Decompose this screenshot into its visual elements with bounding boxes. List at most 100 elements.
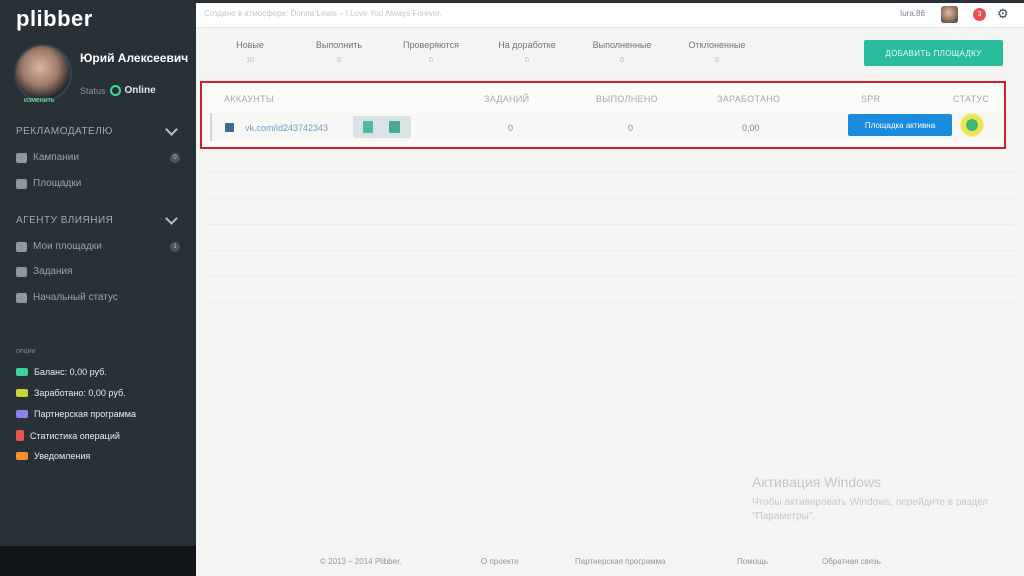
options-title: опции [16,348,36,355]
tab-execute[interactable]: Выполнить 0 [304,40,374,64]
tab-count: 10 [246,57,254,64]
footer-link-partner[interactable]: Партнерская программа [575,557,666,566]
check-icon [966,119,978,131]
count-badge: 1 [170,241,180,252]
option-earned[interactable]: Заработано: 0,00 руб. [16,388,126,398]
footer-link-about[interactable]: О проекте [481,557,519,566]
option-statistics[interactable]: Статистика операций [16,430,120,441]
trash-icon[interactable] [363,121,373,133]
sidebar-item-platforms[interactable]: Площадки [16,178,180,189]
option-label: Заработано: 0,00 руб. [34,388,126,398]
option-label: Баланс: 0,00 руб. [34,367,107,377]
status-toggle[interactable] [960,113,984,137]
sidebar-item-campaigns[interactable]: Кампании 0 [16,152,180,163]
option-balance[interactable]: Баланс: 0,00 руб. [16,367,107,377]
mail-icon [16,452,28,460]
document-icon [16,266,27,277]
section-agent[interactable]: АГЕНТУ ВЛИЯНИЯ [16,212,180,226]
cell-earned: 0,00 [742,123,760,133]
footer: © 2013 – 2014 Plibber. О проекте Партнер… [196,548,1024,576]
online-icon [109,85,121,96]
gear-icon[interactable]: ⚙ [997,7,1009,21]
faint-divider [205,224,1015,225]
tab-count: 0 [337,57,341,64]
header-username[interactable]: Iura.86 [900,9,925,18]
chevron-down-icon [165,123,178,136]
section-agent-title: АГЕНТУ ВЛИЯНИЯ [16,215,114,226]
column-header-earned: ЗАРАБОТАНО [717,94,781,104]
tab-checking[interactable]: Проверяются 0 [394,40,468,64]
money-icon [16,389,28,397]
tab-label: Проверяются [403,40,459,50]
footer-copyright: © 2013 – 2014 Plibber. [320,557,402,566]
chevron-down-icon [165,212,178,225]
profile-name: Юрий Алексеевич [80,51,189,65]
option-label: Партнерская программа [34,409,136,419]
task-tabs: Новые 10 Выполнить 0 Проверяются 0 На до… [204,36,864,74]
avatar[interactable] [14,44,72,102]
tab-count: 0 [715,57,719,64]
tab-new[interactable]: Новые 10 [218,40,282,64]
account-link[interactable]: vk.com/id243742343 [245,123,328,133]
windows-activation-watermark: Активация Windows Чтобы активировать Win… [752,474,992,524]
column-header-spr: SPR [861,94,881,104]
tab-label: Отклоненные [688,40,746,50]
watermark-text: Чтобы активировать Windows, перейдите в … [752,497,989,522]
change-avatar-link[interactable]: изменить [24,97,54,104]
faint-divider [205,172,1015,173]
edit-icon[interactable] [389,121,400,133]
footer-link-feedback[interactable]: Обратная связь [822,557,881,566]
column-header-done: ВЫПОЛНЕНО [596,94,658,104]
handshake-icon [16,410,28,418]
sidebar-item-label: Площадки [33,178,82,189]
row-actions [353,116,411,138]
status-value: Online [124,85,156,96]
sidebar-item-tasks[interactable]: Задания [16,266,180,277]
user-icon [16,292,27,303]
megaphone-icon [16,152,27,163]
tab-count: 0 [620,57,624,64]
column-header-tasks: ЗАДАНИЙ [484,94,530,104]
footer-link-help[interactable]: Помощь [737,557,768,566]
tab-completed[interactable]: Выполненные 0 [584,40,660,64]
sidebar: plibber изменить Юрий Алексеевич Status … [0,0,196,576]
option-notifications[interactable]: Уведомления [16,451,90,461]
status-label: Status [80,85,106,96]
option-partner-program[interactable]: Партнерская программа [16,409,136,419]
platforms-table: АККАУНТЫ ЗАДАНИЙ ВЫПОЛНЕНО ЗАРАБОТАНО SP… [200,81,1006,149]
add-platform-button[interactable]: ДОБАВИТЬ ПЛОЩАДКУ [864,40,1003,66]
header-avatar[interactable] [941,6,958,23]
option-label: Статистика операций [30,430,120,441]
sidebar-bottom-band [0,546,196,576]
cell-done: 0 [628,123,634,133]
tab-label: На доработке [498,40,556,50]
faint-divider [205,276,1015,277]
section-advertiser[interactable]: РЕКЛАМОДАТЕЛЮ [16,123,180,137]
faint-divider [205,198,1015,199]
count-badge: 0 [170,152,180,163]
notifications-badge[interactable]: 3 [973,8,986,21]
watermark-title: Активация Windows [752,474,882,490]
platform-active-button[interactable]: Площадка активна [848,114,952,136]
tab-count: 0 [429,57,433,64]
flask-icon [16,430,24,441]
section-advertiser-title: РЕКЛАМОДАТЕЛЮ [16,126,113,137]
faint-divider [205,250,1015,251]
option-label: Уведомления [34,451,91,461]
now-playing-text: Создано в атмосфере: Donna Lewis – I Lov… [204,9,442,18]
sidebar-item-initial-status[interactable]: Начальный статус [16,292,180,303]
sidebar-item-label: Начальный статус [33,292,118,303]
profile-status: Status Online [80,85,156,96]
sidebar-item-label: Мои площадки [33,241,102,252]
app-logo[interactable]: plibber [16,6,93,32]
sidebar-item-my-platforms[interactable]: Мои площадки 1 [16,241,180,252]
vk-icon [225,123,234,132]
tab-rework[interactable]: На доработке 0 [488,40,566,64]
top-header: Создано в атмосфере: Donna Lewis – I Lov… [196,3,1024,28]
faint-divider [205,302,1015,303]
tab-label: Новые [236,40,264,50]
column-header-accounts: АККАУНТЫ [224,94,275,104]
list-icon [16,178,27,189]
cell-tasks: 0 [508,123,514,133]
tab-rejected[interactable]: Отклоненные 0 [680,40,754,64]
